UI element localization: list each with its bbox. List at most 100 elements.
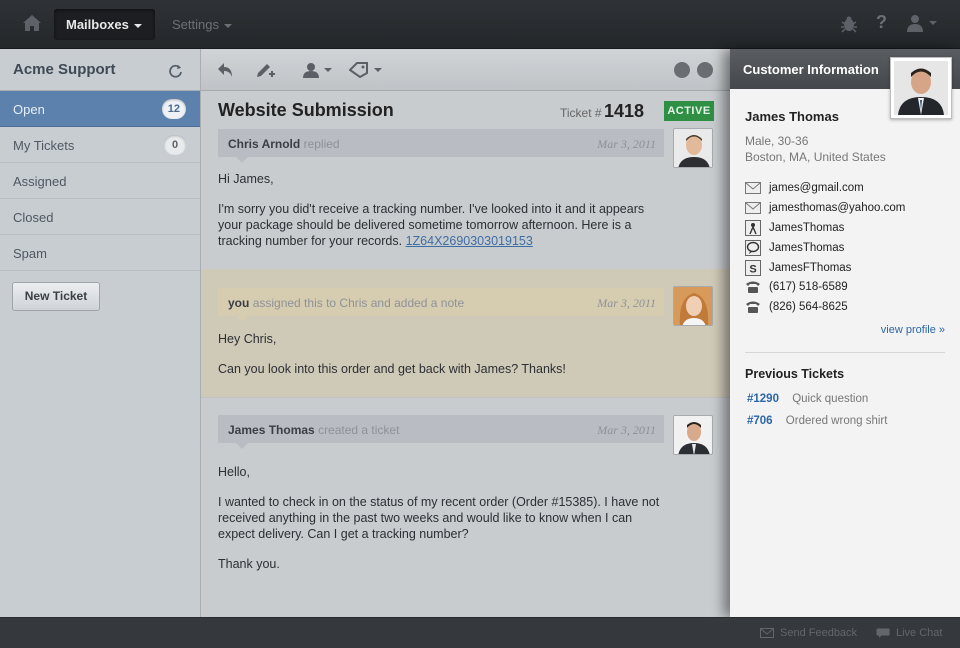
contact-value: jamesthomas@yahoo.com	[769, 202, 906, 214]
customer-name: James Thomas	[745, 109, 839, 124]
contact-aim[interactable]: JamesThomas	[745, 220, 844, 236]
customer-demographics: Male, 30-36	[745, 134, 809, 148]
contact-value: JamesFThomas	[769, 262, 852, 274]
message-greeting: Hello,	[218, 465, 250, 479]
tag-button[interactable]	[349, 60, 382, 80]
ticket-number-label: Ticket #	[560, 106, 602, 120]
contact-phone[interactable]: (617) 518-6589	[745, 279, 848, 295]
send-feedback-link[interactable]: Send Feedback	[760, 627, 857, 639]
reply-button[interactable]	[217, 60, 235, 80]
sidebar-item-closed[interactable]: Closed	[0, 199, 200, 235]
message-author-line: Chris Arnold replied	[228, 137, 340, 151]
note-button[interactable]	[255, 60, 279, 80]
message-body: Hey Chris, Can you look into this order …	[218, 331, 668, 391]
settings-label: Settings	[172, 17, 219, 32]
customer-location: Boston, MA, United States	[745, 150, 886, 164]
sidebar-item-open[interactable]: Open 12	[0, 91, 200, 127]
message-body: Hi James, I'm sorry you did't receive a …	[218, 171, 668, 263]
reply-icon	[218, 63, 232, 77]
sidebar-item-assigned[interactable]: Assigned	[0, 163, 200, 199]
ticket-toolbar	[201, 49, 730, 91]
previous-ticket-id[interactable]: #706	[747, 415, 773, 427]
chat-icon	[745, 240, 761, 256]
message-author: Chris Arnold	[228, 137, 301, 151]
chevron-down-icon	[223, 23, 232, 28]
settings-menu[interactable]: Settings	[172, 9, 232, 40]
thread-note: you assigned this to Chris and added a n…	[201, 269, 730, 397]
skype-icon: S	[745, 260, 761, 276]
contact-skype[interactable]: S JamesFThomas	[745, 260, 851, 276]
aim-icon	[745, 220, 761, 236]
ticket-subject: Website Submission	[218, 100, 394, 120]
speech-tail	[236, 443, 248, 449]
refresh-icon[interactable]	[168, 63, 183, 78]
speech-tail	[236, 157, 248, 163]
previous-ticket-icon[interactable]	[674, 62, 690, 78]
sidebar-header: Acme Support	[0, 49, 200, 91]
customer-panel-title: Customer Information	[743, 62, 879, 77]
contact-value: james@gmail.com	[769, 182, 864, 194]
assign-button[interactable]	[303, 60, 332, 80]
live-chat-label: Live Chat	[896, 627, 943, 639]
thread-message: Chris Arnold replied Mar 3, 2011 Hi Jame…	[201, 127, 730, 269]
message-header: you assigned this to Chris and added a n…	[218, 288, 664, 322]
message-text: I wanted to check in on the status of my…	[218, 495, 660, 541]
sidebar-item-spam[interactable]: Spam	[0, 235, 200, 271]
message-date: Mar 3, 2011	[597, 296, 656, 310]
chevron-down-icon	[324, 68, 332, 72]
message-text: Can you look into this order and get bac…	[218, 362, 566, 376]
user-menu[interactable]	[906, 14, 937, 32]
contact-phone[interactable]: (826) 564-8625	[745, 299, 848, 315]
top-nav-bar: Mailboxes Settings ?	[0, 0, 960, 49]
message-author: you	[228, 296, 250, 310]
count-badge: 12	[161, 99, 186, 119]
previous-ticket-row[interactable]: #1290 Quick question	[747, 393, 868, 405]
next-ticket-icon[interactable]	[697, 62, 713, 78]
contact-chat[interactable]: JamesThomas	[745, 240, 844, 256]
mailbox-title: Acme Support	[13, 61, 116, 78]
pencil-plus-icon	[257, 64, 275, 77]
help-icon[interactable]: ?	[876, 12, 887, 33]
sidebar-item-my-tickets[interactable]: My Tickets 0	[0, 127, 200, 163]
user-icon	[303, 63, 319, 78]
previous-ticket-subject: Quick question	[792, 393, 869, 405]
user-icon	[907, 15, 923, 32]
message-action: assigned this to Chris and added a note	[252, 296, 465, 310]
previous-ticket-id[interactable]: #1290	[747, 393, 779, 405]
status-badge: ACTIVE	[664, 101, 714, 121]
message-text: I'm sorry you did't receive a tracking n…	[218, 201, 668, 249]
contact-value: (617) 518-6589	[769, 281, 848, 293]
bug-icon[interactable]	[840, 15, 858, 33]
mailboxes-menu[interactable]: Mailboxes	[54, 9, 155, 40]
phone-icon	[746, 281, 760, 293]
message-date: Mar 3, 2011	[597, 137, 656, 151]
message-closing: Thank you.	[218, 557, 280, 571]
message-author-line: you assigned this to Chris and added a n…	[228, 296, 464, 310]
tracking-link[interactable]: 1Z64X2690303019153	[406, 234, 533, 248]
contact-email[interactable]: james@gmail.com	[745, 180, 864, 196]
email-icon	[745, 182, 761, 194]
previous-ticket-row[interactable]: #706 Ordered wrong shirt	[747, 415, 887, 427]
sidebar-item-label: Spam	[13, 246, 47, 261]
sidebar-item-label: Assigned	[13, 174, 67, 189]
new-ticket-button[interactable]: New Ticket	[12, 282, 100, 311]
message-action: replied	[303, 137, 340, 151]
view-profile-link[interactable]: view profile »	[881, 324, 945, 336]
thread-message: James Thomas created a ticket Mar 3, 201…	[201, 397, 730, 617]
message-header: Chris Arnold replied Mar 3, 2011	[218, 129, 664, 163]
speech-tail	[236, 316, 248, 322]
message-body: Hello, I wanted to check in on the statu…	[218, 464, 668, 586]
contact-value: (826) 564-8625	[769, 301, 848, 313]
message-greeting: Hi James,	[218, 172, 274, 186]
chevron-down-icon	[374, 68, 382, 72]
home-icon[interactable]	[22, 14, 42, 32]
message-author-line: James Thomas created a ticket	[228, 423, 399, 437]
phone-icon	[746, 301, 760, 313]
live-chat-link[interactable]: Live Chat	[876, 627, 942, 639]
ticket-number: 1418	[604, 101, 645, 121]
send-feedback-label: Send Feedback	[780, 627, 858, 639]
contact-email[interactable]: jamesthomas@yahoo.com	[745, 200, 905, 216]
chat-icon	[876, 628, 890, 638]
chevron-down-icon	[133, 23, 142, 28]
divider	[745, 352, 945, 353]
